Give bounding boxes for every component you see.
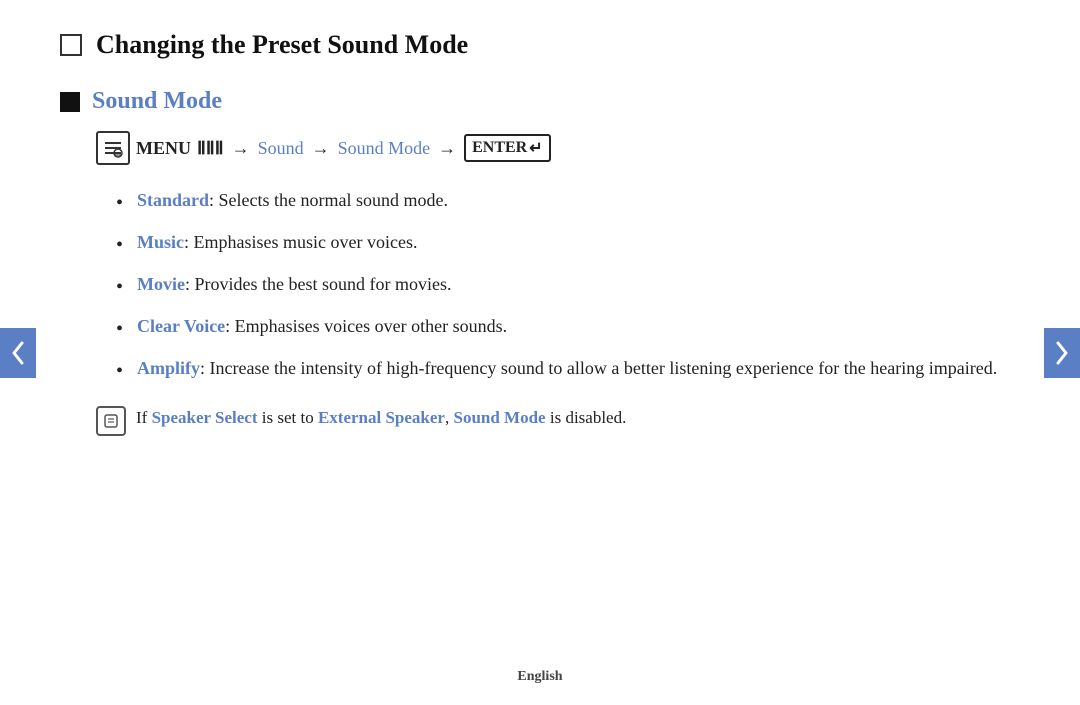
note-icon <box>96 406 126 436</box>
bullet-content-5: Amplify: Increase the intensity of high-… <box>137 355 997 383</box>
checkbox-icon <box>60 34 82 56</box>
bullet-desc-3: : Provides the best sound for movies. <box>185 274 451 294</box>
bullet-list: • Standard: Selects the normal sound mod… <box>116 187 1000 387</box>
menu-sound-link: Sound <box>258 138 304 159</box>
list-item: • Clear Voice: Emphasises voices over ot… <box>116 313 1000 345</box>
bullet-content-3: Movie: Provides the best sound for movie… <box>137 271 451 299</box>
menu-finger-icon: m <box>103 138 123 158</box>
nav-arrow-right-button[interactable] <box>1044 328 1080 378</box>
bullet-term-1: Standard <box>137 190 209 210</box>
bullet-term-5: Amplify <box>137 358 200 378</box>
bullet-dot-1: • <box>116 188 123 219</box>
enter-icon: ENTER↵ <box>464 134 551 162</box>
page-container: Changing the Preset Sound Mode Sound Mod… <box>0 0 1080 466</box>
bullet-content-1: Standard: Selects the normal sound mode. <box>137 187 448 215</box>
bullet-term-4: Clear Voice <box>137 316 225 336</box>
enter-label: ENTER <box>472 139 527 157</box>
bullet-desc-2: : Emphasises music over voices. <box>184 232 417 252</box>
menu-bars-symbol: ⅡⅡⅡ <box>197 138 224 159</box>
nav-arrow-left-button[interactable] <box>0 328 36 378</box>
chevron-left-icon <box>10 341 26 365</box>
note-text: If Speaker Select is set to External Spe… <box>136 405 626 431</box>
bullet-dot-4: • <box>116 314 123 345</box>
menu-arrow-3: → <box>438 138 456 159</box>
bullet-desc-4: : Emphasises voices over other sounds. <box>225 316 507 336</box>
bullet-term-2: Music <box>137 232 184 252</box>
menu-path: m MENU ⅡⅡⅡ → Sound → Sound Mode → ENTER↵ <box>96 131 1000 165</box>
section-square-icon <box>60 92 80 112</box>
bullet-desc-5: : Increase the intensity of high-frequen… <box>200 358 997 378</box>
pencil-icon <box>102 412 120 430</box>
menu-label-text: MENU <box>136 138 191 159</box>
list-item: • Movie: Provides the best sound for mov… <box>116 271 1000 303</box>
menu-arrow-1: → <box>232 138 250 159</box>
bullet-term-3: Movie <box>137 274 185 294</box>
note-text-after: is disabled. <box>546 408 627 427</box>
note-speaker-select: Speaker Select <box>152 408 258 427</box>
page-title-text: Changing the Preset Sound Mode <box>96 30 468 60</box>
section-heading: Sound Mode <box>60 88 1000 115</box>
bullet-dot-3: • <box>116 272 123 303</box>
checkbox-checkmark-icon <box>65 39 77 51</box>
list-item: • Amplify: Increase the intensity of hig… <box>116 355 1000 387</box>
footer: English <box>0 669 1080 685</box>
note-external-speaker: External Speaker <box>318 408 445 427</box>
list-item: • Music: Emphasises music over voices. <box>116 229 1000 261</box>
menu-sound-mode-link: Sound Mode <box>338 138 431 159</box>
bullet-content-2: Music: Emphasises music over voices. <box>137 229 417 257</box>
note-text-before: If <box>136 408 152 427</box>
bullet-dot-2: • <box>116 230 123 261</box>
section-title-text: Sound Mode <box>92 88 222 115</box>
bullet-dot-5: • <box>116 356 123 387</box>
bullet-desc-1: : Selects the normal sound mode. <box>209 190 448 210</box>
chevron-right-icon <box>1054 341 1070 365</box>
menu-arrow-2: → <box>312 138 330 159</box>
bullet-content-4: Clear Voice: Emphasises voices over othe… <box>137 313 507 341</box>
menu-icon: m <box>96 131 130 165</box>
note-row: If Speaker Select is set to External Spe… <box>96 405 1000 436</box>
note-sound-mode: Sound Mode <box>453 408 545 427</box>
svg-text:m: m <box>115 150 121 158</box>
note-text-mid1: is set to <box>258 408 318 427</box>
page-title-row: Changing the Preset Sound Mode <box>60 30 1000 60</box>
footer-text: English <box>517 669 562 684</box>
list-item: • Standard: Selects the normal sound mod… <box>116 187 1000 219</box>
